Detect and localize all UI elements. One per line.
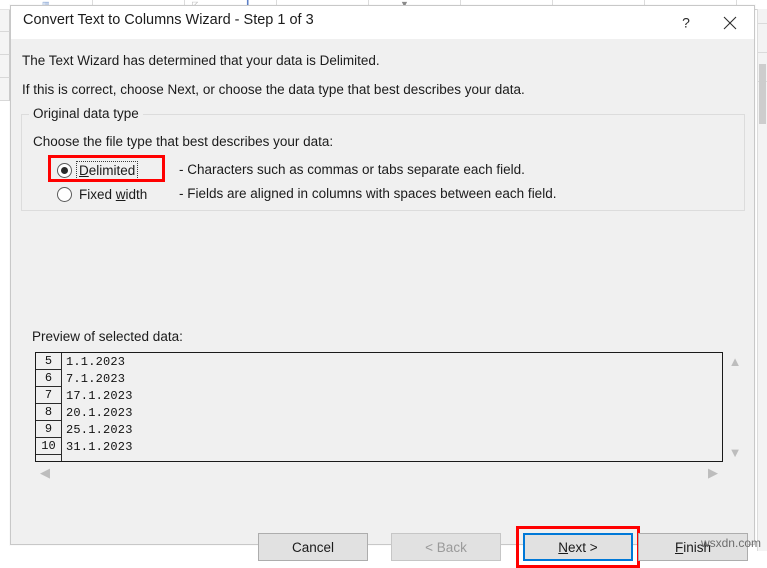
preview-row-number: 6	[36, 370, 62, 387]
convert-text-to-columns-dialog: Convert Text to Columns Wizard - Step 1 …	[10, 5, 755, 545]
dialog-body: The Text Wizard has determined that your…	[11, 39, 754, 544]
preview-row: 1031.1.2023	[36, 438, 722, 455]
close-button[interactable]	[708, 6, 752, 39]
back-button[interactable]: < Back	[391, 533, 501, 561]
preview-row: 820.1.2023	[36, 404, 722, 421]
preview-row-number: 5	[36, 353, 62, 370]
help-button[interactable]: ?	[664, 6, 708, 39]
preview-row-number	[36, 455, 62, 462]
radio-delimited-label: Delimited	[77, 162, 137, 179]
excel-scrollbar-divider	[758, 23, 767, 24]
radio-delimited-text: elimited	[89, 163, 136, 178]
preview-horizontal-scrollbar[interactable]: ◀ ▶	[35, 464, 723, 480]
preview-row-value: 20.1.2023	[62, 406, 133, 420]
intro-line-2: If this is correct, choose Next, or choo…	[22, 82, 525, 97]
chevron-left-icon[interactable]: ◀	[35, 463, 55, 482]
preview-row-empty	[36, 455, 722, 462]
next-button-text: ext >	[568, 540, 598, 555]
finish-button-accel: F	[675, 540, 683, 555]
radio-delimited[interactable]: Delimited	[57, 160, 137, 180]
radio-fixed-width-label: Fixed width	[77, 186, 149, 203]
preview-row-number: 10	[36, 438, 62, 455]
radio-fixed-width[interactable]: Fixed width	[57, 184, 149, 204]
excel-row-header	[0, 9, 10, 32]
radio-fixed-width-text-prefix: Fixed	[79, 187, 116, 202]
radio-fixed-width-description: - Fields are aligned in columns with spa…	[179, 186, 556, 201]
next-button-accel: N	[558, 540, 568, 555]
intro-line-1: The Text Wizard has determined that your…	[22, 53, 380, 68]
next-button[interactable]: Next >	[523, 533, 633, 561]
preview-vertical-scrollbar[interactable]: ▲ ▼	[725, 352, 745, 462]
svg-text:?: ?	[682, 15, 690, 31]
dialog-title-bar: Convert Text to Columns Wizard - Step 1 …	[11, 6, 754, 39]
excel-scrollbar-thumb[interactable]	[759, 64, 766, 124]
preview-row-value: 25.1.2023	[62, 423, 133, 437]
radio-fixed-width-accel: w	[116, 187, 126, 202]
excel-row-header	[0, 55, 10, 78]
preview-row: 67.1.2023	[36, 370, 722, 387]
excel-grid-line	[0, 9, 10, 10]
preview-row-value: 1.1.2023	[62, 355, 125, 369]
radio-delimited-accel: D	[79, 163, 89, 178]
radio-fixed-width-text-suffix: idth	[126, 187, 148, 202]
preview-row-number: 7	[36, 387, 62, 404]
radio-delimited-description: - Characters such as commas or tabs sepa…	[179, 162, 525, 177]
preview-row-number: 8	[36, 404, 62, 421]
preview-row: 717.1.2023	[36, 387, 722, 404]
excel-scrollbar-divider	[758, 52, 767, 53]
preview-row-value: 17.1.2023	[62, 389, 133, 403]
preview-row-number: 9	[36, 421, 62, 438]
preview-row-value: 31.1.2023	[62, 440, 133, 454]
dialog-title: Convert Text to Columns Wizard - Step 1 …	[23, 12, 314, 28]
cancel-button[interactable]: Cancel	[258, 533, 368, 561]
preview-label: Preview of selected data:	[32, 329, 183, 344]
question-mark-icon: ?	[678, 15, 694, 31]
excel-vertical-scrollbar[interactable]	[757, 9, 767, 551]
close-icon	[723, 16, 737, 30]
preview-area: 51.1.202367.1.2023717.1.2023820.1.202392…	[35, 352, 745, 480]
preview-data-list[interactable]: 51.1.202367.1.2023717.1.2023820.1.202392…	[35, 352, 723, 462]
excel-row-header	[0, 78, 10, 101]
radio-fixed-width-mark	[57, 187, 72, 202]
excel-row-header	[0, 32, 10, 55]
radio-delimited-mark	[57, 163, 72, 178]
chevron-down-icon[interactable]: ▼	[724, 443, 747, 462]
original-data-type-legend: Original data type	[29, 106, 143, 121]
preview-row-value: 7.1.2023	[62, 372, 125, 386]
watermark: wsxdn.com	[701, 536, 761, 550]
preview-row: 925.1.2023	[36, 421, 722, 438]
chevron-up-icon[interactable]: ▲	[724, 352, 747, 371]
chevron-right-icon[interactable]: ▶	[703, 463, 723, 482]
preview-row: 51.1.2023	[36, 353, 722, 370]
choose-file-type-label: Choose the file type that best describes…	[33, 134, 333, 149]
